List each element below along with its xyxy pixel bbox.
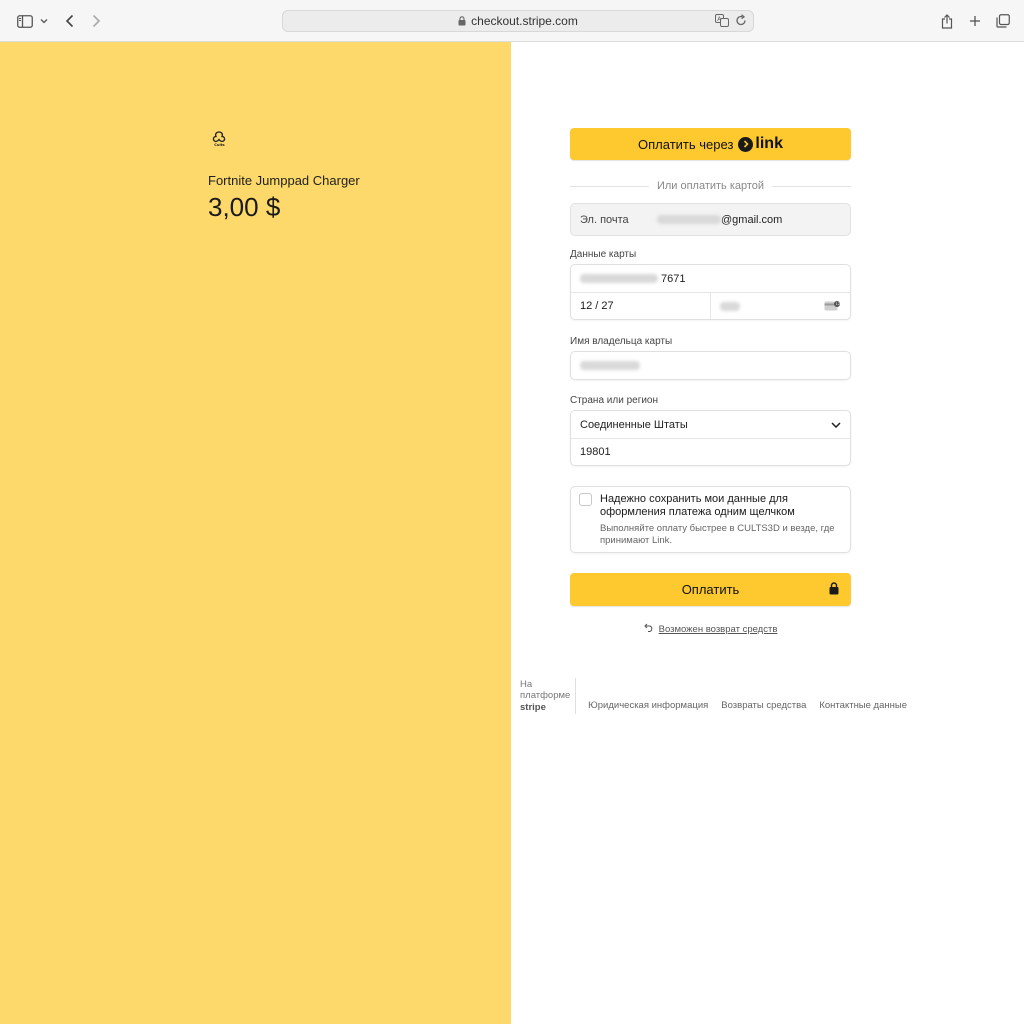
cardholder-input[interactable]	[570, 351, 851, 380]
new-tab-icon[interactable]	[966, 10, 984, 32]
product-name: Fortnite Jumppad Charger	[208, 173, 360, 188]
tab-overview-icon[interactable]	[994, 10, 1012, 32]
card-cvc-input[interactable]: 123	[710, 293, 850, 319]
browser-toolbar: checkout.stripe.com A	[0, 0, 1024, 42]
back-icon[interactable]	[62, 10, 78, 32]
card-last4: 7671	[661, 272, 686, 285]
chevron-down-icon	[831, 419, 841, 431]
country-select[interactable]: Соединенные Штаты	[571, 411, 850, 438]
address-bar[interactable]: checkout.stripe.com A	[282, 10, 754, 32]
footer: На платформе stripe Юридическая информац…	[520, 676, 920, 716]
card-number-input[interactable]: 7671	[571, 265, 850, 292]
powered-line2: платформе	[520, 690, 571, 702]
footer-divider	[575, 678, 577, 714]
url-text: checkout.stripe.com	[471, 14, 578, 28]
card-expiry-input[interactable]: 12 / 27	[571, 293, 710, 319]
save-info-checkbox[interactable]	[579, 493, 592, 506]
cvc-card-icon: 123	[824, 300, 842, 315]
powered-by-stripe[interactable]: На платформе stripe	[520, 679, 575, 714]
payment-form: Оплатить через link Или оплатить картой …	[570, 128, 852, 635]
svg-text:Cults: Cults	[214, 143, 224, 147]
refund-text: Возможен возврат средств	[658, 623, 778, 635]
order-summary-panel: Cults Fortnite Jumppad Charger 3,00 $	[0, 42, 511, 1024]
contacts-link[interactable]: Контактные данные	[819, 700, 907, 711]
cvc-redacted	[720, 301, 740, 311]
card-expiry: 12 / 27	[580, 300, 614, 312]
save-info-description: Выполняйте оплату быстрее в CULTS3D и ве…	[600, 523, 835, 546]
cults-logo-icon[interactable]: Cults	[210, 130, 228, 148]
reload-icon[interactable]	[735, 14, 747, 30]
email-label: Эл. почта	[580, 213, 629, 226]
translate-icon[interactable]: A	[715, 14, 729, 30]
card-details-box: 7671 12 / 27 123	[570, 264, 851, 320]
cardholder-redacted	[580, 361, 640, 370]
zip-input[interactable]: 19801	[571, 438, 850, 465]
email-domain: @gmail.com	[721, 213, 783, 226]
forward-icon[interactable]	[88, 10, 104, 32]
card-number-redacted	[580, 274, 658, 283]
svg-text:123: 123	[836, 302, 841, 306]
return-arrow-icon	[643, 623, 654, 635]
legal-link[interactable]: Юридическая информация	[588, 700, 708, 711]
address-box: Соединенные Штаты 19801	[570, 410, 851, 466]
product-price: 3,00 $	[208, 192, 281, 222]
pay-with-link-button[interactable]: Оплатить через link	[570, 128, 851, 160]
cardholder-label: Имя владельца карты	[570, 336, 673, 347]
country-value: Соединенные Штаты	[580, 418, 688, 431]
divider-text: Или оплатить картой	[656, 180, 765, 192]
refund-link[interactable]: Возможен возврат средств	[570, 623, 851, 635]
pay-button[interactable]: Оплатить	[570, 573, 851, 606]
zip-value: 19801	[580, 446, 611, 458]
save-info-box: Надежно сохранить мои данные для оформле…	[570, 486, 851, 553]
card-details-label: Данные карты	[570, 249, 637, 260]
country-label: Страна или регион	[570, 395, 659, 406]
lock-icon	[829, 582, 839, 598]
pay-button-label: Оплатить	[681, 582, 740, 597]
powered-line1: На	[520, 678, 533, 690]
email-value: @gmail.com	[657, 214, 782, 226]
link-button-label: Оплатить через	[638, 136, 734, 152]
or-pay-by-card-divider: Или оплатить картой	[570, 179, 852, 193]
lock-icon	[458, 16, 466, 26]
link-logo: link	[738, 135, 783, 153]
stripe-logo: stripe	[520, 701, 546, 713]
chevron-down-icon[interactable]	[38, 10, 50, 32]
link-brand-text: link	[755, 135, 783, 152]
save-info-title: Надежно сохранить мои данные для оформле…	[600, 493, 795, 518]
email-redacted	[657, 215, 721, 224]
link-arrow-icon	[738, 136, 754, 152]
refunds-link[interactable]: Возвраты средства	[721, 700, 806, 711]
email-field[interactable]: Эл. почта @gmail.com	[570, 203, 851, 236]
sidebar-toggle-icon[interactable]	[14, 10, 36, 32]
share-icon[interactable]	[938, 10, 956, 32]
